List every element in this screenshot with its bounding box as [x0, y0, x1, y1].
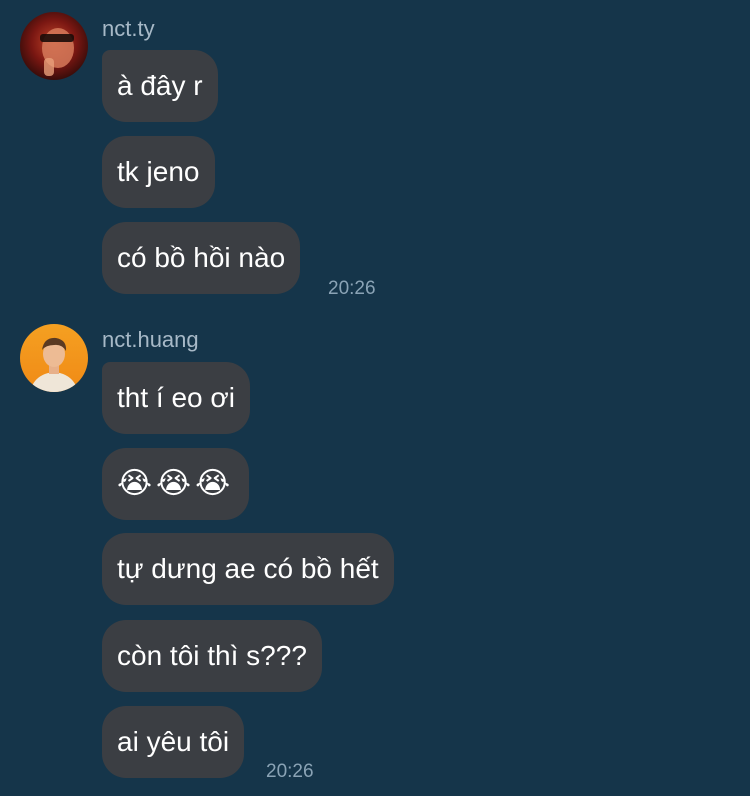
avatar-photo-icon [20, 324, 88, 392]
message-text: ai yêu tôi [117, 726, 230, 757]
message-bubble[interactable]: tht í eo ơi [102, 362, 250, 434]
message-text: còn tôi thì s??? [117, 640, 307, 671]
message-timestamp: 20:26 [328, 278, 376, 299]
message-bubble[interactable]: ai yêu tôi [102, 706, 245, 778]
message-bubble[interactable]: còn tôi thì s??? [102, 620, 322, 692]
message-bubble[interactable]: tk jeno [102, 136, 215, 208]
message-bubble[interactable]: tự dưng ae có bồ hết [102, 533, 394, 605]
message-bubble[interactable]: à đây r [102, 50, 218, 122]
message-text: à đây r [117, 70, 203, 101]
message-text: tht í eo ơi [117, 382, 235, 413]
crying-emoji-text: 😭😭😭 [117, 466, 235, 501]
message-text: tk jeno [117, 156, 200, 187]
message-text: tự dưng ae có bồ hết [117, 553, 379, 584]
message-text: có bồ hồi nào [117, 242, 286, 273]
avatar-nct-ty[interactable] [20, 12, 88, 80]
message-timestamp: 20:26 [266, 761, 314, 782]
message-bubble[interactable]: có bồ hồi nào [102, 222, 301, 294]
avatar-photo-icon [20, 12, 88, 80]
sender-name: nct.ty [102, 16, 155, 41]
sender-name: nct.huang [102, 327, 199, 352]
message-bubble[interactable]: 😭😭😭 [102, 448, 250, 520]
avatar-nct-huang[interactable] [20, 324, 88, 392]
